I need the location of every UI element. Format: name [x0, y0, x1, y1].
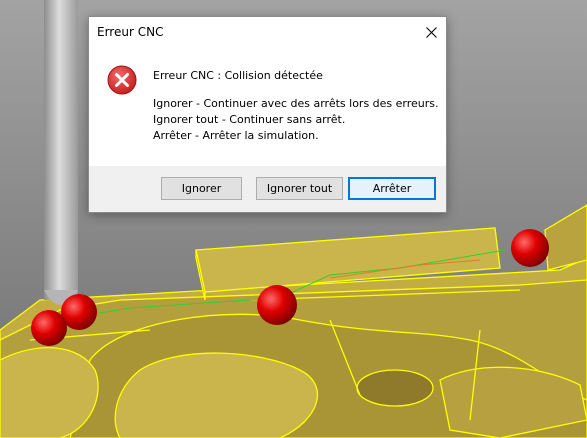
- cutting-tool: [44, 0, 78, 305]
- ignore-button[interactable]: Ignorer: [161, 177, 242, 200]
- message-line: Ignorer - Continuer avec des arrêts lors…: [153, 97, 439, 110]
- message-line: Ignorer tout - Continuer sans arrêt.: [153, 113, 346, 126]
- error-icon: [107, 65, 137, 95]
- message-line: Arrêter - Arrêter la simulation.: [153, 129, 319, 142]
- error-dialog: Erreur CNC Erreur CNC : Collision détect…: [88, 16, 447, 213]
- close-icon: [425, 27, 437, 38]
- close-button[interactable]: [416, 17, 446, 48]
- dialog-footer: Ignorer Ignorer tout Arrêter: [89, 166, 446, 212]
- dialog-message: Erreur CNC : Collision détectée Ignorer …: [153, 68, 439, 144]
- dialog-title: Erreur CNC: [97, 25, 164, 39]
- dialog-titlebar[interactable]: Erreur CNC: [89, 17, 446, 48]
- ignore-all-button[interactable]: Ignorer tout: [256, 177, 343, 200]
- message-main: Erreur CNC : Collision détectée: [153, 69, 323, 82]
- stop-button[interactable]: Arrêter: [348, 177, 436, 200]
